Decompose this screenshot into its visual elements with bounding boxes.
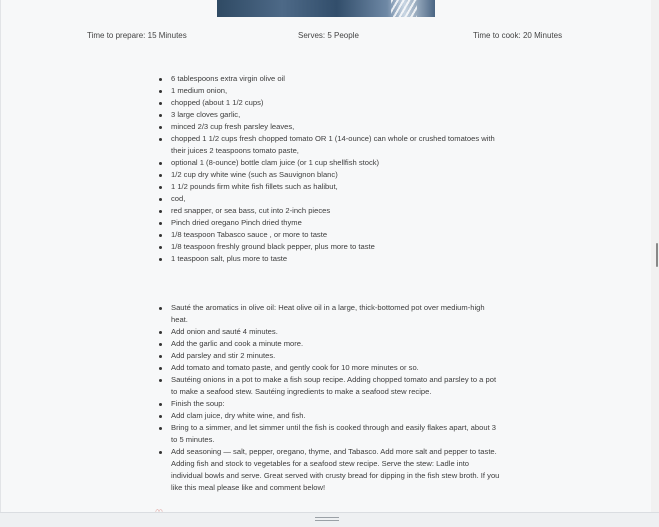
instruction-step: Finish the soup: <box>156 398 501 410</box>
instruction-step: Add clam juice, dry white wine, and fish… <box>156 410 501 422</box>
recipe-meta: Time to prepare: 15 Minutes Serves: 5 Pe… <box>1 31 659 43</box>
instruction-step: Add parsley and stir 2 minutes. <box>156 350 501 362</box>
prep-time: Time to prepare: 15 Minutes <box>87 31 187 40</box>
recipe-hero-image <box>217 0 435 17</box>
instruction-step: Sauté the aromatics in olive oil: Heat o… <box>156 302 501 326</box>
ingredient-item: Pinch dried oregano Pinch dried thyme <box>156 217 496 229</box>
ingredient-item: optional 1 (8-ounce) bottle clam juice (… <box>156 157 496 169</box>
ingredient-item: 1/2 cup dry white wine (such as Sauvigno… <box>156 169 496 181</box>
cook-time: Time to cook: 20 Minutes <box>473 31 563 40</box>
ingredient-item: 1 1/2 pounds firm white fish fillets suc… <box>156 181 496 193</box>
ingredient-item: chopped (about 1 1/2 cups) <box>156 97 496 109</box>
ingredients-list: 6 tablespoons extra virgin olive oil 1 m… <box>156 73 496 265</box>
servings: Serves: 5 People <box>298 31 359 40</box>
ingredient-item: red snapper, or sea bass, cut into 2-inc… <box>156 205 496 217</box>
instruction-step: Sautéing onions in a pot to make a fish … <box>156 374 501 398</box>
ingredient-item: cod, <box>156 193 496 205</box>
ingredient-item: 3 large cloves garlic, <box>156 109 496 121</box>
recipe-page: Time to prepare: 15 Minutes Serves: 5 Pe… <box>0 0 659 527</box>
instruction-step: Add seasoning — salt, pepper, oregano, t… <box>156 446 501 494</box>
instruction-step: Bring to a simmer, and let simmer until … <box>156 422 501 446</box>
instruction-step: Add the garlic and cook a minute more. <box>156 338 501 350</box>
ingredient-item: 1/8 teaspoon freshly ground black pepper… <box>156 241 496 253</box>
drag-handle-icon[interactable] <box>315 517 339 522</box>
instructions-list: Sauté the aromatics in olive oil: Heat o… <box>156 302 501 494</box>
instruction-step: Add onion and sauté 4 minutes. <box>156 326 501 338</box>
ingredient-item: chopped 1 1/2 cups fresh chopped tomato … <box>156 133 496 157</box>
scrollbar-thumb[interactable] <box>656 243 658 267</box>
instruction-step: Add tomato and tomato paste, and gently … <box>156 362 501 374</box>
ingredient-item: 1 teaspoon salt, plus more to taste <box>156 253 496 265</box>
ingredient-item: 6 tablespoons extra virgin olive oil <box>156 73 496 85</box>
bottom-panel-bar <box>0 512 659 527</box>
ingredient-item: minced 2/3 cup fresh parsley leaves, <box>156 121 496 133</box>
vertical-scrollbar[interactable] <box>651 0 659 527</box>
ingredient-item: 1/8 teaspoon Tabasco sauce , or more to … <box>156 229 496 241</box>
ingredient-item: 1 medium onion, <box>156 85 496 97</box>
